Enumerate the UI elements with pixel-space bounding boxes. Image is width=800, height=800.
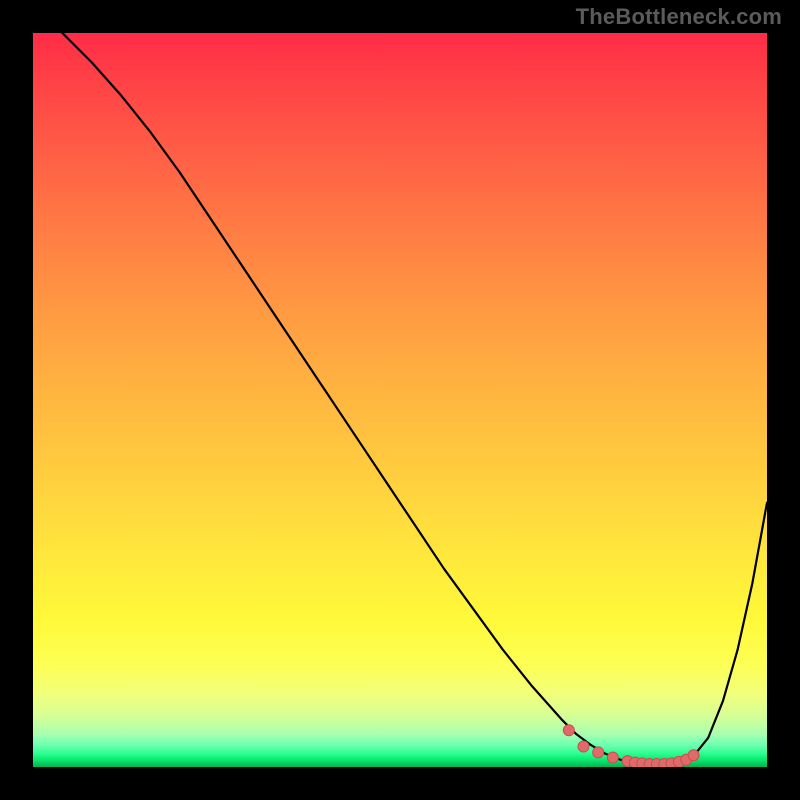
valley-dot — [593, 747, 604, 758]
valley-dot — [607, 752, 618, 763]
bottleneck-curve — [33, 33, 767, 767]
watermark-text: TheBottleneck.com — [576, 4, 782, 30]
plot-area — [33, 33, 767, 767]
chart-frame: TheBottleneck.com — [0, 0, 800, 800]
valley-markers — [563, 725, 699, 767]
valley-dot — [578, 741, 589, 752]
valley-dot — [688, 750, 699, 761]
curve-line — [62, 33, 767, 765]
valley-dot — [563, 725, 574, 736]
